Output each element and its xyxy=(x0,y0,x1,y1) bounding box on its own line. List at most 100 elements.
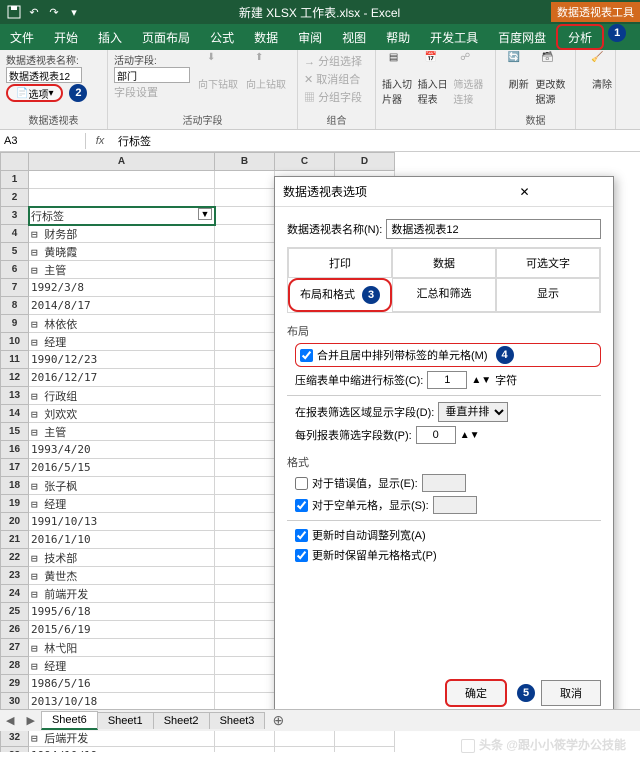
cell-B15[interactable] xyxy=(215,423,275,441)
cell-B3[interactable] xyxy=(215,207,275,225)
cell-A12[interactable]: 2016/12/17 xyxy=(29,369,215,387)
tab-review[interactable]: 审阅 xyxy=(288,24,332,50)
filter-area-select[interactable]: 垂直并排 xyxy=(438,402,508,422)
row-header-3[interactable]: 3 xyxy=(1,207,29,225)
cell-A29[interactable]: 1986/5/16 xyxy=(29,675,215,693)
row-header-23[interactable]: 23 xyxy=(1,567,29,585)
tab-file[interactable]: 文件 xyxy=(0,24,44,50)
row-header-30[interactable]: 30 xyxy=(1,693,29,711)
dialog-tab-alttext[interactable]: 可选文字 xyxy=(496,248,600,278)
cell-B4[interactable] xyxy=(215,225,275,243)
row-header-24[interactable]: 24 xyxy=(1,585,29,603)
cell-A33[interactable]: 1994/10/19 xyxy=(29,747,215,753)
row-header-7[interactable]: 7 xyxy=(1,279,29,297)
cell-B11[interactable] xyxy=(215,351,275,369)
cell-A20[interactable]: 1991/10/13 xyxy=(29,513,215,531)
row-header-27[interactable]: 27 xyxy=(1,639,29,657)
field-settings-button[interactable]: 字段设置 xyxy=(114,84,158,100)
cell-A27[interactable]: ⊟ 林弋阳 xyxy=(29,639,215,657)
cell-A11[interactable]: 1990/12/23 xyxy=(29,351,215,369)
cell-A6[interactable]: ⊟ 主管 xyxy=(29,261,215,279)
save-icon[interactable] xyxy=(6,4,22,20)
dialog-tab-print[interactable]: 打印 xyxy=(288,248,392,278)
cell-A17[interactable]: 2016/5/15 xyxy=(29,459,215,477)
tab-data[interactable]: 数据 xyxy=(244,24,288,50)
sheet-tab-sheet2[interactable]: Sheet2 xyxy=(153,712,210,729)
tab-help[interactable]: 帮助 xyxy=(376,24,420,50)
cell-C33[interactable] xyxy=(275,747,335,753)
clear-button[interactable]: 🧹清除 xyxy=(582,52,622,91)
cell-A15[interactable]: ⊟ 主管 xyxy=(29,423,215,441)
row-header-1[interactable]: 1 xyxy=(1,171,29,189)
cell-B14[interactable] xyxy=(215,405,275,423)
formula-input[interactable]: 行标签 xyxy=(114,131,640,151)
cell-B13[interactable] xyxy=(215,387,275,405)
dialog-title-bar[interactable]: 数据透视表选项 ✕ xyxy=(275,177,613,207)
cell-A5[interactable]: ⊟ 黄晓霞 xyxy=(29,243,215,261)
tab-insert[interactable]: 插入 xyxy=(88,24,132,50)
cell-A24[interactable]: ⊟ 前端开发 xyxy=(29,585,215,603)
cell-A16[interactable]: 1993/4/20 xyxy=(29,441,215,459)
ok-button[interactable]: 确定 xyxy=(445,679,507,707)
dialog-name-input[interactable] xyxy=(386,219,601,239)
column-header-D[interactable]: D xyxy=(335,153,395,171)
row-header-5[interactable]: 5 xyxy=(1,243,29,261)
row-header-9[interactable]: 9 xyxy=(1,315,29,333)
cell-B24[interactable] xyxy=(215,585,275,603)
dialog-tab-totals[interactable]: 汇总和筛选 xyxy=(392,278,496,312)
tab-pagelayout[interactable]: 页面布局 xyxy=(132,24,200,50)
column-header-C[interactable]: C xyxy=(275,153,335,171)
row-header-33[interactable]: 33 xyxy=(1,747,29,753)
row-header-15[interactable]: 15 xyxy=(1,423,29,441)
row-header-18[interactable]: 18 xyxy=(1,477,29,495)
cell-A21[interactable]: 2016/1/10 xyxy=(29,531,215,549)
cell-B6[interactable] xyxy=(215,261,275,279)
cell-B32[interactable] xyxy=(215,729,275,747)
dialog-close-button[interactable]: ✕ xyxy=(444,185,605,199)
cell-B25[interactable] xyxy=(215,603,275,621)
cell-A10[interactable]: ⊟ 经理 xyxy=(29,333,215,351)
row-header-22[interactable]: 22 xyxy=(1,549,29,567)
cell-B23[interactable] xyxy=(215,567,275,585)
merge-cells-checkbox[interactable] xyxy=(300,349,313,362)
autofit-checkbox[interactable] xyxy=(295,529,308,542)
cell-A14[interactable]: ⊟ 刘欢欢 xyxy=(29,405,215,423)
cell-B27[interactable] xyxy=(215,639,275,657)
cell-D33[interactable] xyxy=(335,747,395,753)
cell-B30[interactable] xyxy=(215,693,275,711)
change-source-button[interactable]: 🗃更改数据源 xyxy=(536,52,570,106)
undo-icon[interactable]: ↶ xyxy=(26,4,42,20)
cell-A8[interactable]: 2014/8/17 xyxy=(29,297,215,315)
sheet-tab-sheet6[interactable]: Sheet6 xyxy=(41,711,98,730)
sheet-tab-sheet3[interactable]: Sheet3 xyxy=(209,712,266,729)
tab-view[interactable]: 视图 xyxy=(332,24,376,50)
row-header-20[interactable]: 20 xyxy=(1,513,29,531)
cell-B7[interactable] xyxy=(215,279,275,297)
empty-cells-checkbox[interactable] xyxy=(295,499,308,512)
cell-A32[interactable]: ⊟ 后端开发 xyxy=(29,729,215,747)
cell-B33[interactable] xyxy=(215,747,275,753)
row-header-16[interactable]: 16 xyxy=(1,441,29,459)
tab-home[interactable]: 开始 xyxy=(44,24,88,50)
tab-baidu[interactable]: 百度网盘 xyxy=(488,24,556,50)
refresh-button[interactable]: 🔄刷新 xyxy=(502,52,536,106)
row-header-4[interactable]: 4 xyxy=(1,225,29,243)
column-header-A[interactable]: A xyxy=(29,153,215,171)
row-header-25[interactable]: 25 xyxy=(1,603,29,621)
pivot-name-input[interactable] xyxy=(6,67,82,83)
cell-A3[interactable]: 行标签▼ xyxy=(29,207,215,225)
dialog-tab-layout[interactable]: 布局和格式 3 xyxy=(288,278,392,312)
cell-B9[interactable] xyxy=(215,315,275,333)
cell-A22[interactable]: ⊟ 技术部 xyxy=(29,549,215,567)
row-header-8[interactable]: 8 xyxy=(1,297,29,315)
row-header-11[interactable]: 11 xyxy=(1,351,29,369)
error-values-swatch[interactable] xyxy=(422,474,466,492)
cell-B17[interactable] xyxy=(215,459,275,477)
cell-B18[interactable] xyxy=(215,477,275,495)
indent-input[interactable] xyxy=(427,371,467,389)
row-header-14[interactable]: 14 xyxy=(1,405,29,423)
cell-B22[interactable] xyxy=(215,549,275,567)
cell-A4[interactable]: ⊟ 财务部 xyxy=(29,225,215,243)
tab-analyze[interactable]: 分析 xyxy=(556,24,604,50)
qat-dropdown-icon[interactable]: ▾ xyxy=(66,4,82,20)
